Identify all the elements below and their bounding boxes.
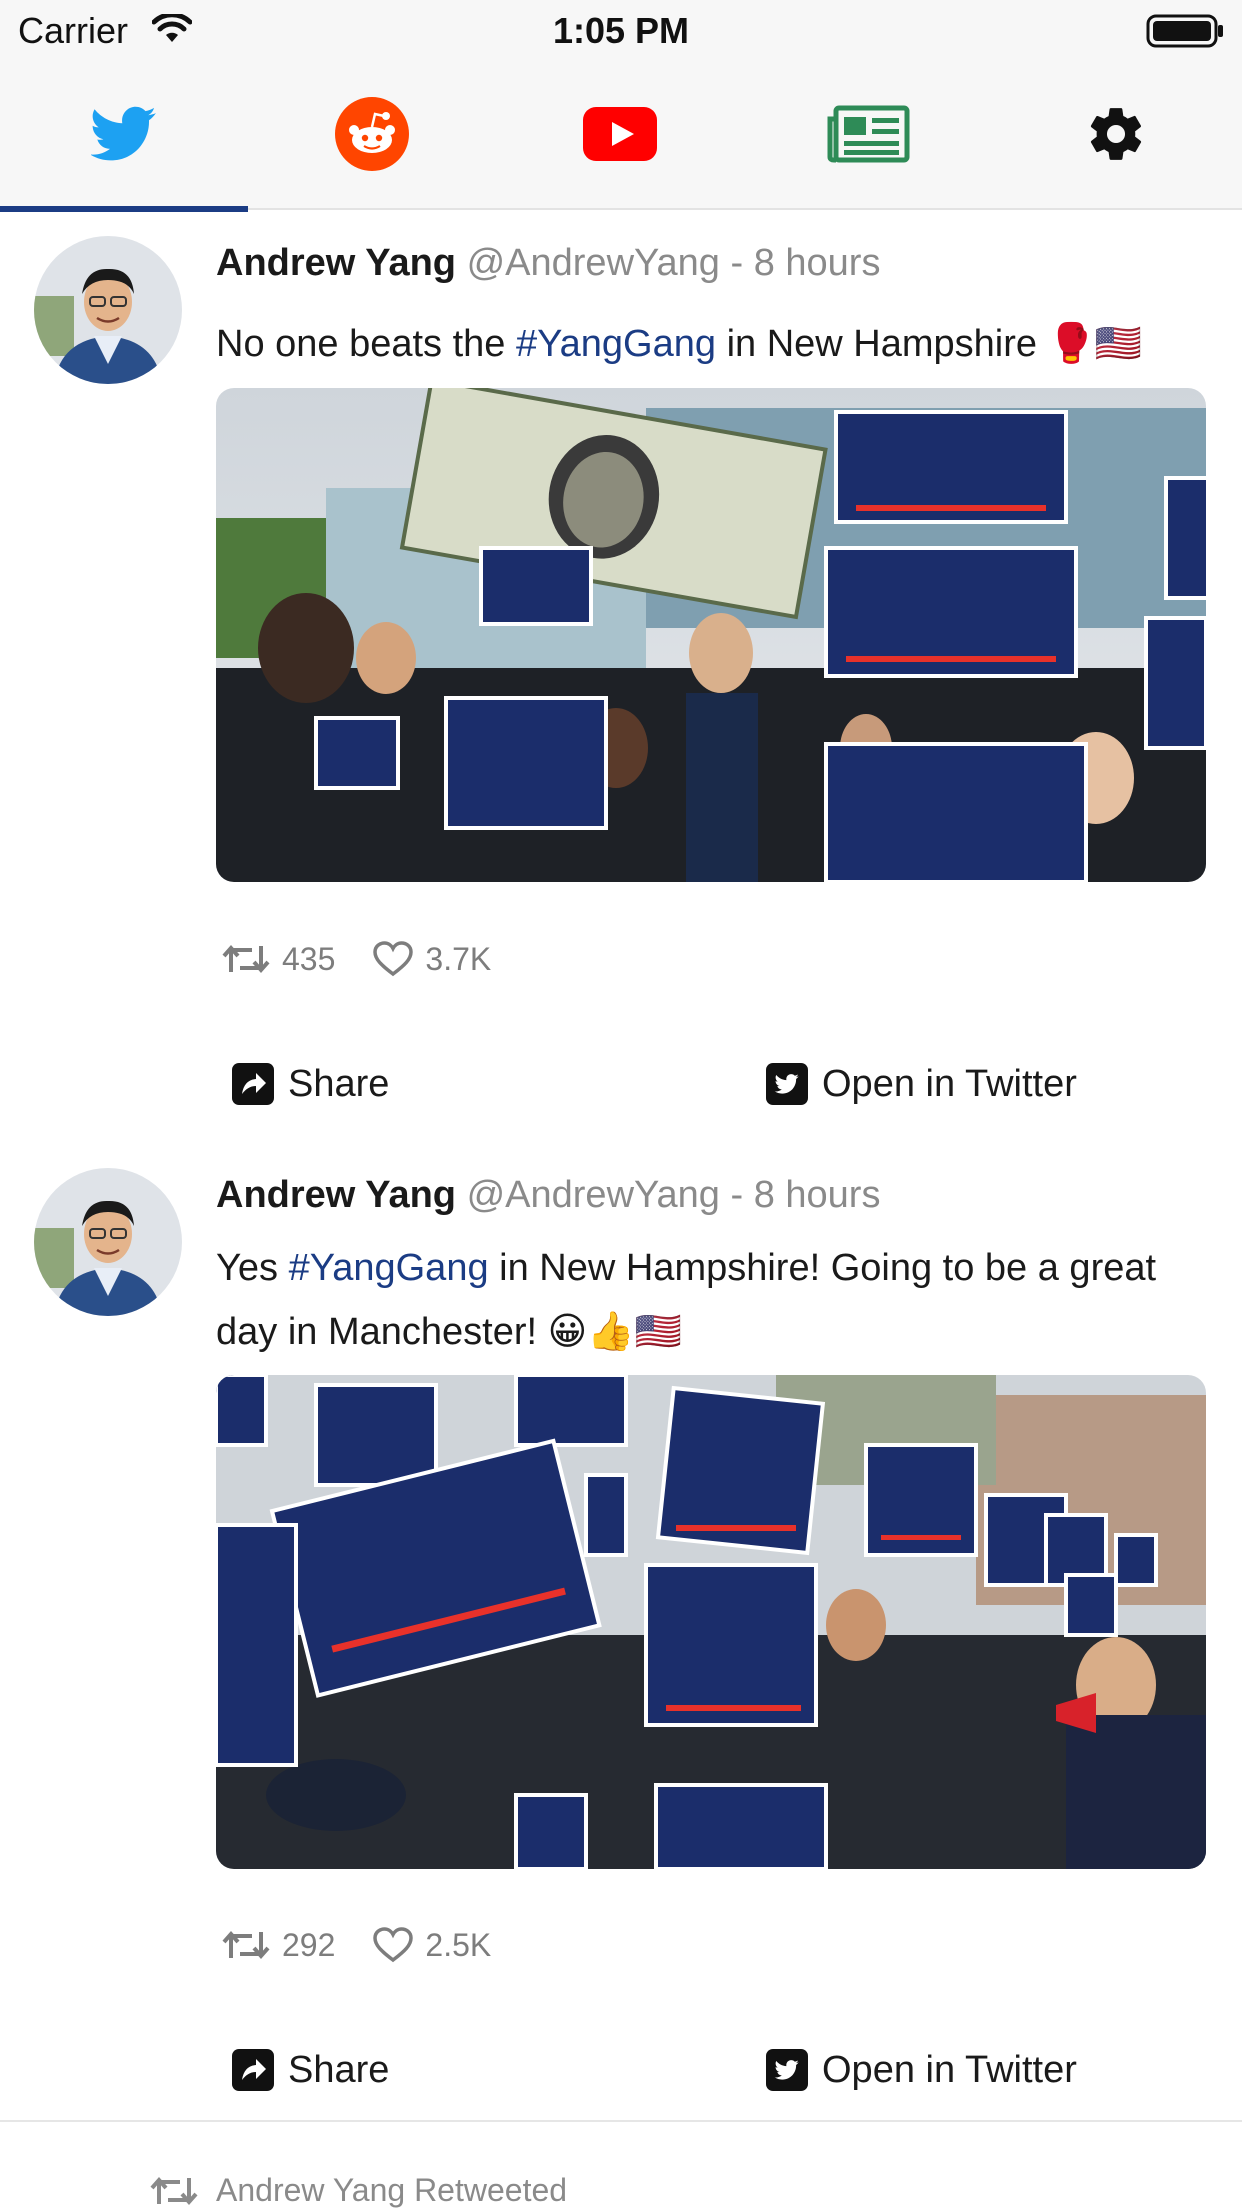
like-count-value: 3.7K: [425, 940, 492, 977]
heart-icon: [373, 1927, 414, 1963]
like-count[interactable]: 3.7K: [373, 941, 491, 978]
tweet-header: Andrew Yang @AndrewYang - 8 hours: [216, 1174, 880, 1217]
tab-youtube[interactable]: [496, 62, 744, 210]
tweet-photo[interactable]: [216, 1375, 1206, 1869]
hashtag-link[interactable]: #YangGang: [516, 323, 716, 365]
status-bar: Carrier 1:05 PM: [0, 0, 1242, 62]
share-label: Share: [288, 1062, 390, 1105]
share-label: Share: [288, 2048, 390, 2091]
share-icon: [232, 2049, 274, 2091]
tweet-actions: Share Open in Twitter: [0, 2040, 1242, 2100]
news-icon: [826, 105, 910, 168]
author-name[interactable]: Andrew Yang: [216, 1174, 456, 1216]
battery-icon: [1146, 14, 1226, 53]
tweet-header: Andrew Yang @AndrewYang - 8 hours: [216, 242, 880, 285]
heart-icon: [373, 941, 414, 977]
open-in-twitter-label: Open in Twitter: [822, 2048, 1077, 2091]
tab-news[interactable]: [744, 62, 992, 210]
like-count[interactable]: 2.5K: [373, 1927, 491, 1964]
tweet-photo[interactable]: [216, 388, 1206, 882]
tab-settings[interactable]: [992, 62, 1240, 210]
retweet-icon: [222, 1930, 270, 1960]
open-in-twitter-button[interactable]: Open in Twitter: [766, 2040, 1077, 2100]
open-in-twitter-label: Open in Twitter: [822, 1062, 1077, 1105]
tweet-stats: 435 3.7K: [222, 937, 529, 981]
avatar[interactable]: [34, 236, 182, 384]
retweet-count-value: 435: [282, 940, 336, 977]
twitter-icon: [89, 106, 157, 167]
avatar[interactable]: [34, 1168, 182, 1316]
twitter-square-icon: [766, 1063, 808, 1105]
gear-icon: [1085, 103, 1147, 170]
reddit-icon: [334, 96, 410, 177]
tweet-text-part: No one beats the: [216, 323, 516, 365]
tab-reddit[interactable]: [248, 62, 496, 210]
tab-bar: [0, 62, 1242, 212]
retweet-icon: [150, 2176, 198, 2205]
youtube-icon: [583, 106, 657, 166]
retweet-count[interactable]: 435: [222, 941, 335, 978]
author-name[interactable]: Andrew Yang: [216, 242, 456, 284]
share-button[interactable]: Share: [232, 1054, 389, 1114]
tweet-stats: 292 2.5K: [222, 1923, 529, 1967]
author-handle-time: @AndrewYang - 8 hours: [466, 1174, 881, 1216]
tweet-text-part: Yes: [216, 1247, 289, 1289]
open-in-twitter-button[interactable]: Open in Twitter: [766, 1054, 1077, 1114]
divider: [0, 2120, 1242, 2122]
like-count-value: 2.5K: [425, 1926, 492, 1963]
tweet-text: No one beats the #YangGang in New Hampsh…: [216, 312, 1206, 376]
tab-twitter[interactable]: [0, 62, 248, 212]
tweet-text-part: in New Hampshire 🥊🇺🇸: [716, 323, 1143, 365]
retweeted-indicator: Andrew Yang Retweeted: [150, 2172, 567, 2208]
tweet-actions: Share Open in Twitter: [0, 1054, 1242, 1114]
clock: 1:05 PM: [552, 10, 690, 51]
author-handle-time: @AndrewYang - 8 hours: [466, 242, 881, 284]
active-tab-indicator: [0, 206, 248, 212]
share-button[interactable]: Share: [232, 2040, 389, 2100]
tweet-text: Yes #YangGang in New Hampshire! Going to…: [216, 1236, 1206, 1364]
share-icon: [232, 1063, 274, 1105]
retweet-icon: [222, 944, 270, 974]
hashtag-link[interactable]: #YangGang: [289, 1247, 489, 1289]
retweet-count[interactable]: 292: [222, 1927, 335, 1964]
retweeted-label: Andrew Yang Retweeted: [216, 2172, 568, 2208]
twitter-square-icon: [766, 2049, 808, 2091]
retweet-count-value: 292: [282, 1926, 336, 1963]
